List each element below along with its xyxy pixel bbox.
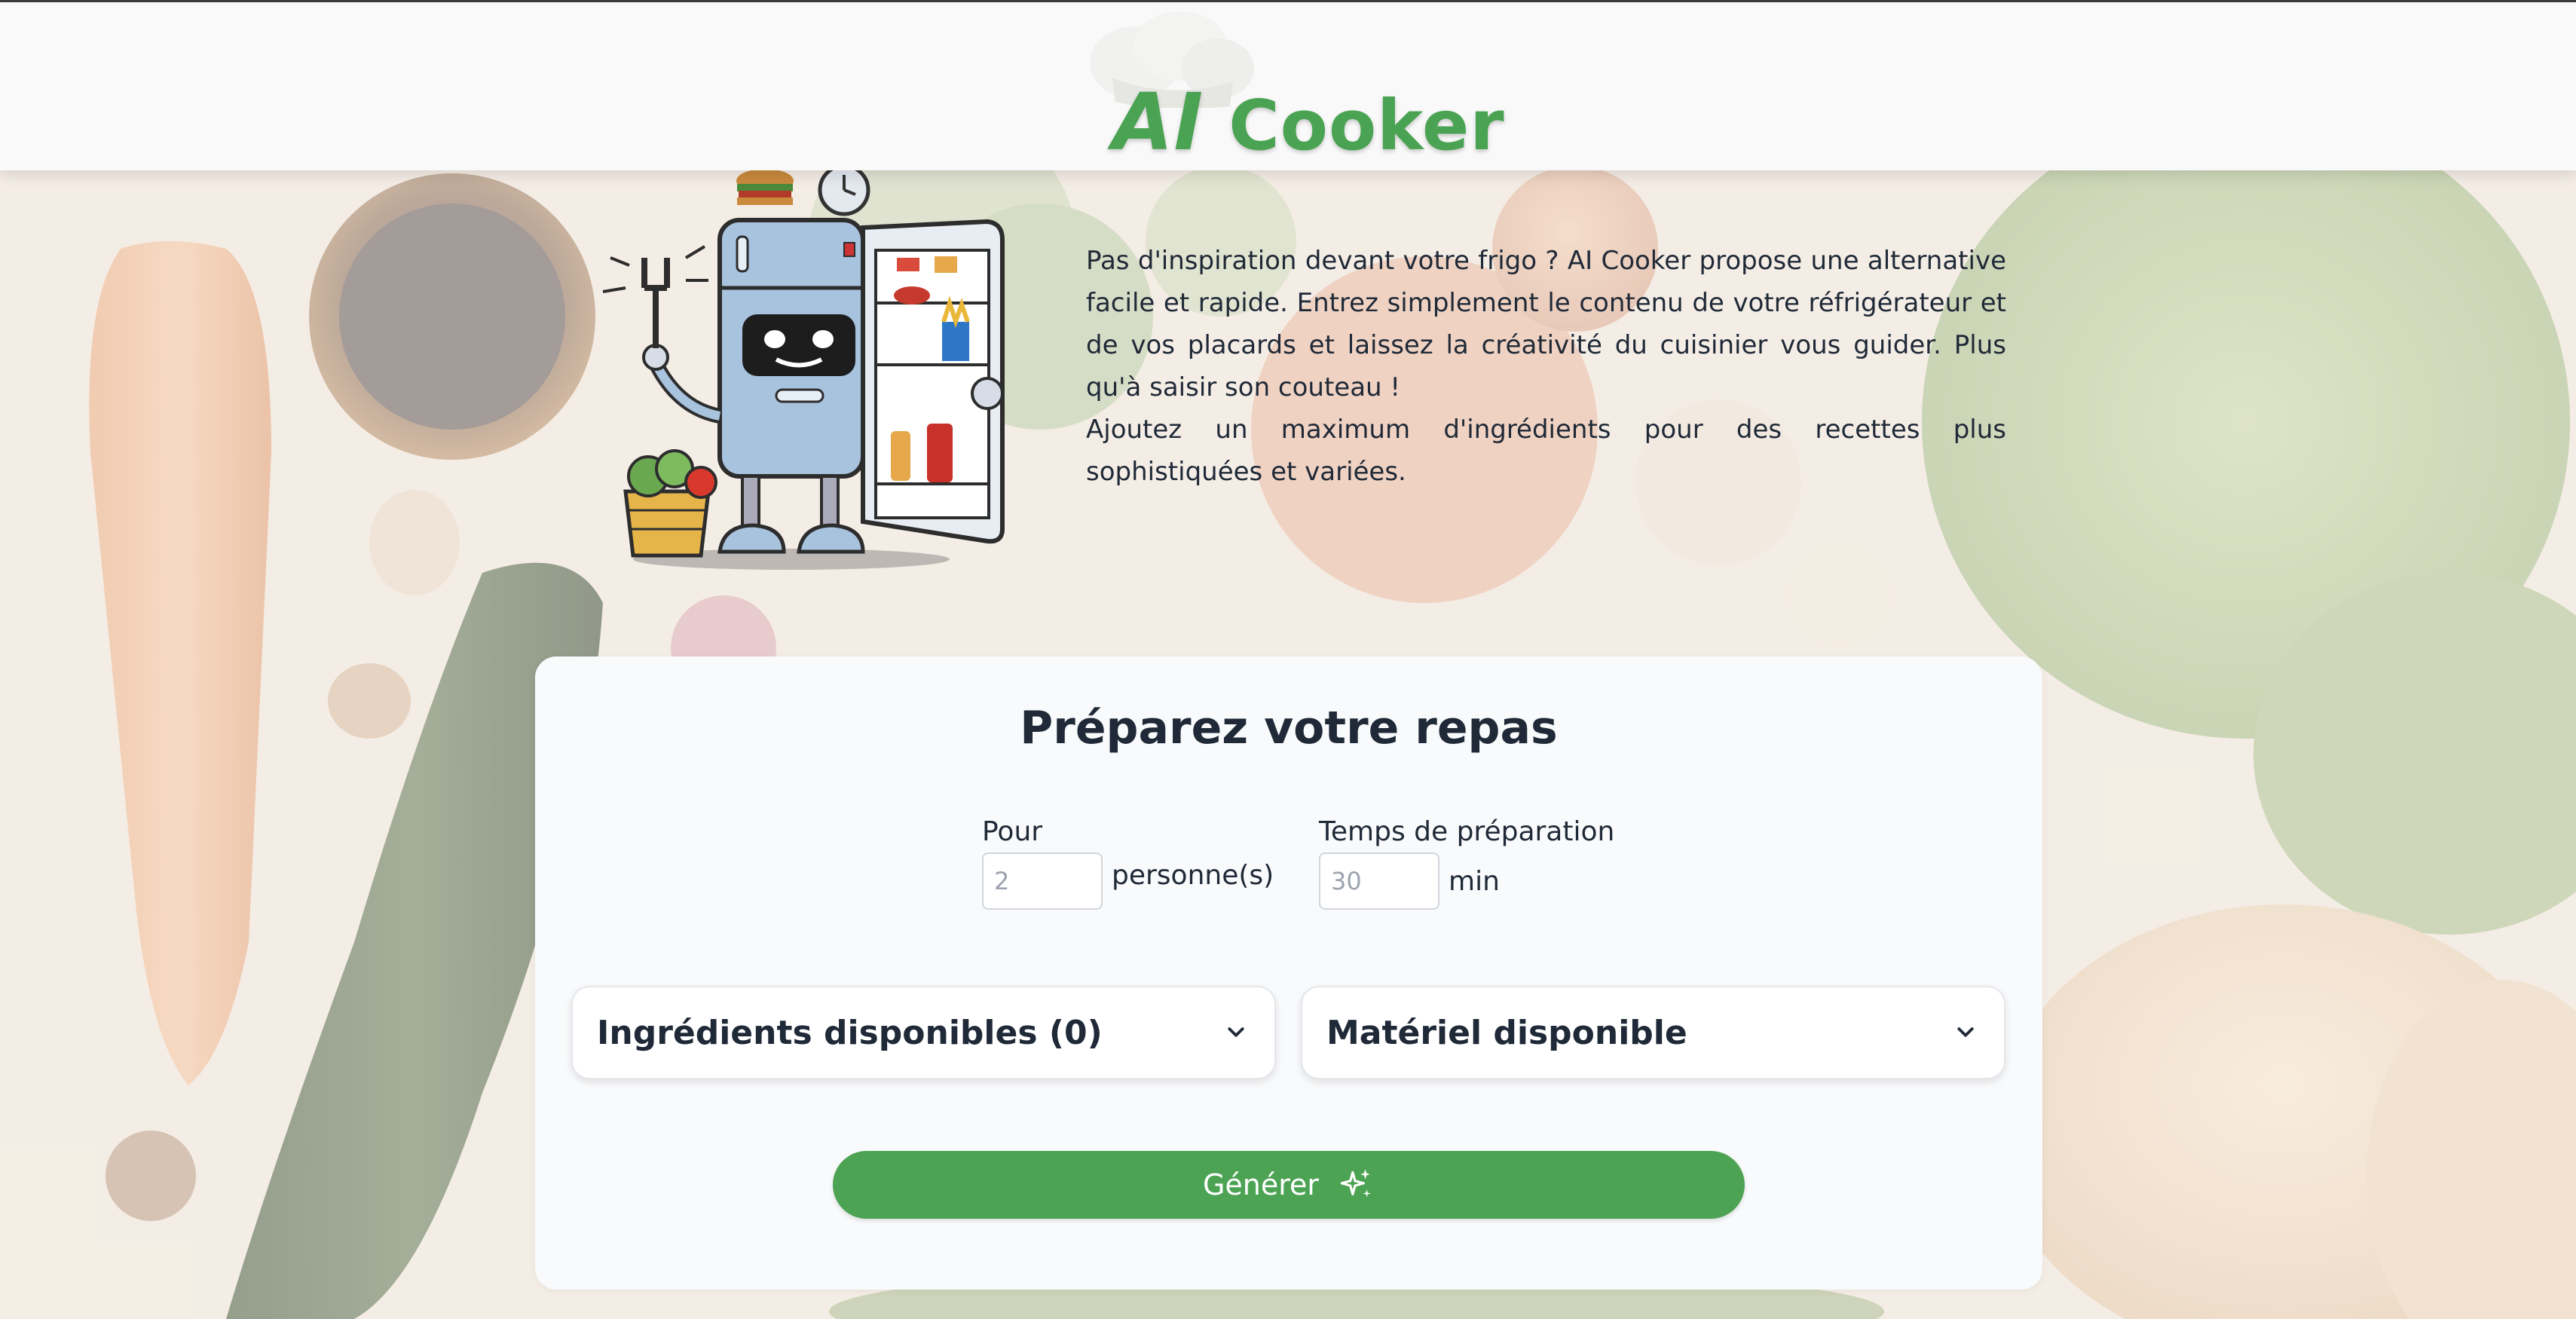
logo-text-ai: AI (1112, 76, 1204, 168)
chevron-down-icon (1228, 1027, 1244, 1037)
servings-field: Pour personne(s) (982, 816, 1274, 910)
prep-time-label: Temps de préparation (1319, 816, 1615, 847)
ingredients-accordion[interactable]: Ingrédients disponibles (0) (571, 986, 1276, 1079)
servings-input[interactable] (982, 852, 1103, 910)
ai-cooker-logo[interactable]: AI Cooker (1082, 10, 1504, 168)
top-header: AI Cooker (0, 0, 2576, 170)
logo-text-cooker: Cooker (1228, 85, 1505, 166)
chevron-down-icon (1957, 1027, 1974, 1037)
intro-paragraph-2: Ajoutez un maximum d'ingrédients pour de… (1086, 415, 2006, 487)
form-title: Préparez votre repas (1020, 702, 1558, 754)
robot-fridge-illustration (602, 167, 1005, 570)
generate-button[interactable]: Générer (833, 1151, 1745, 1219)
logo-text: AI Cooker (1112, 76, 1505, 168)
intro-paragraph-1: Pas d'inspiration devant votre frigo ? A… (1086, 246, 2006, 402)
prep-time-input[interactable] (1319, 852, 1439, 910)
servings-unit: personne(s) (1112, 859, 1274, 891)
meal-form-card: Préparez votre repas Pour personne(s) Te… (535, 656, 2042, 1290)
generate-button-label: Générer (1202, 1168, 1320, 1201)
servings-label: Pour (982, 816, 1043, 847)
ingredients-accordion-label: Ingrédients disponibles (0) (597, 1013, 1103, 1052)
equipment-accordion[interactable]: Matériel disponible (1301, 986, 2005, 1079)
prep-time-unit: min (1449, 865, 1500, 897)
sparkles-icon (1340, 1169, 1371, 1198)
intro-text: Pas d'inspiration devant votre frigo ? A… (1086, 240, 2006, 493)
equipment-accordion-label: Matériel disponible (1326, 1013, 1687, 1052)
prep-time-field: Temps de préparation min (1319, 816, 1614, 910)
